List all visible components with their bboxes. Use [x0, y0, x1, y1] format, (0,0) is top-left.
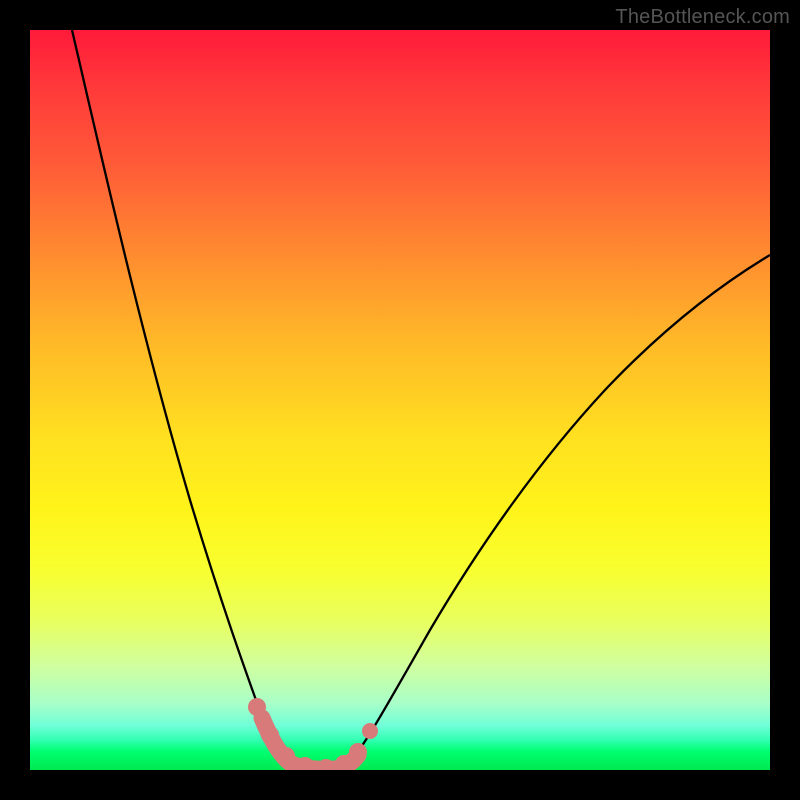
bottleneck-chart: [30, 30, 770, 770]
highlight-dots: [248, 698, 378, 770]
watermark-text: TheBottleneck.com: [615, 6, 790, 29]
curve-right: [350, 255, 770, 762]
curve-left: [72, 30, 286, 762]
